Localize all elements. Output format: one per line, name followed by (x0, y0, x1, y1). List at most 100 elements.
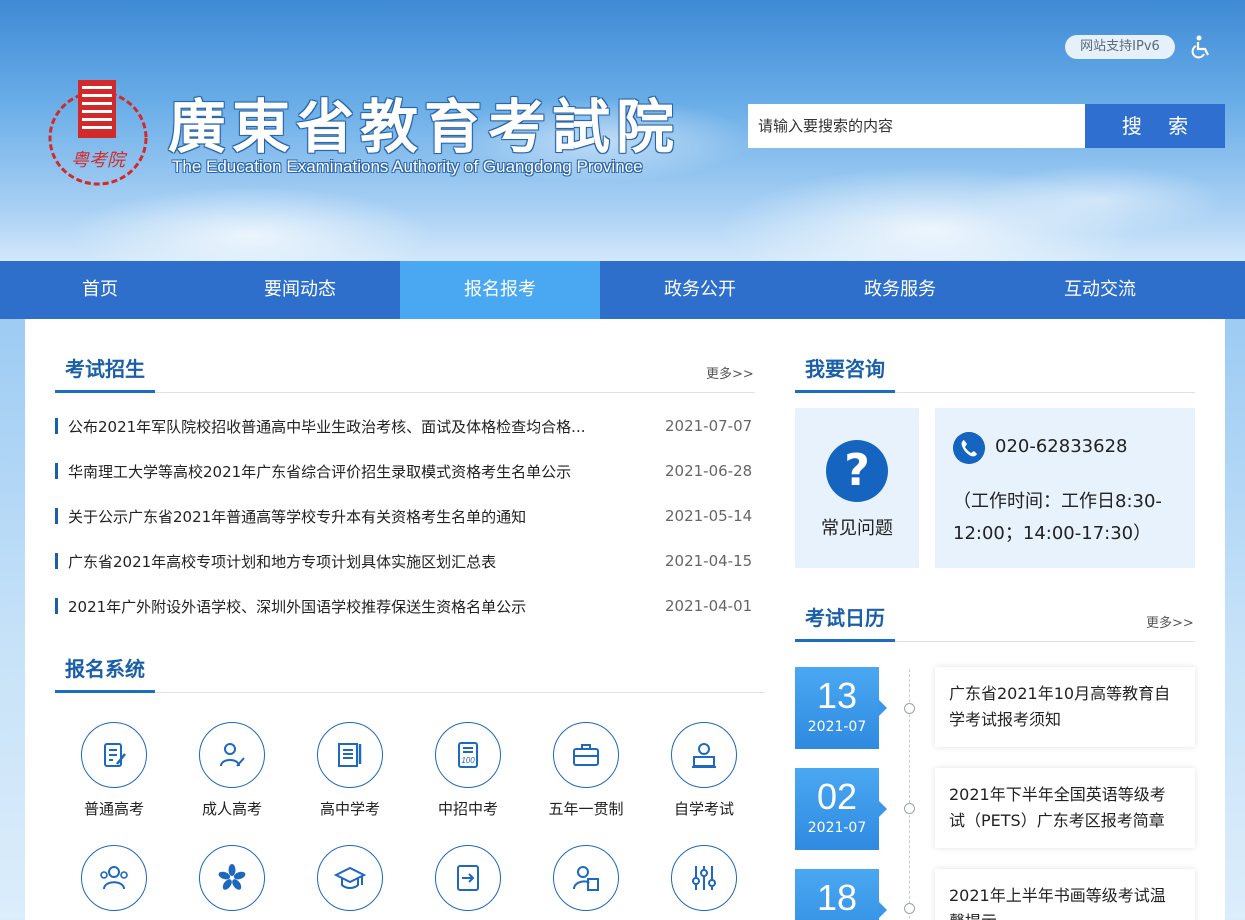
emblem-logo[interactable]: 粤考院 (46, 74, 150, 188)
consult-title[interactable]: 我要咨询 (805, 353, 885, 382)
person-laptop-icon (671, 722, 737, 788)
calendar-event-card[interactable]: 2021年下半年全国英语等级考试（PETS）广东考区报考简章 (935, 768, 1195, 848)
working-hours: （工作时间：工作日8:30-12:00；14:00-17:30） (953, 491, 1162, 544)
bullet-mark (55, 418, 58, 434)
system-self-study[interactable]: 自学考试 (654, 722, 754, 819)
system-item-row2[interactable] (654, 845, 754, 911)
svg-text:100: 100 (461, 756, 475, 765)
calendar-date-badge: 02 2021-07 (795, 768, 887, 850)
system-zhongkao[interactable]: 100 中招中考 (418, 722, 518, 819)
system-item-row2[interactable] (536, 845, 636, 911)
calendar-day: 18 (816, 877, 858, 918)
news-title[interactable]: 公布2021年军队院校招收普通高中毕业生政治考核、面试及体格检查均合格... (68, 416, 628, 437)
system-item-row2[interactable] (300, 845, 400, 911)
nav-item-registration[interactable]: 报名报考 (400, 261, 600, 319)
sliders-icon (671, 845, 737, 911)
person-card-icon (553, 845, 619, 911)
system-item-row2[interactable] (418, 845, 518, 911)
briefcase-icon (553, 722, 619, 788)
nav-item-interaction[interactable]: 互动交流 (1000, 261, 1200, 319)
calendar-month: 2021-07 (807, 719, 867, 735)
search-button[interactable]: 搜 索 (1085, 104, 1225, 148)
exam-recruit-more-link[interactable]: 更多>> (706, 363, 754, 382)
nav-item-government-affairs[interactable]: 政务公开 (600, 261, 800, 319)
system-item-row2[interactable] (182, 845, 282, 911)
news-title[interactable]: 2021年广外附设外语学校、深圳外国语学校推荐保送生资格名单公示 (68, 596, 628, 617)
system-item-row2[interactable] (64, 845, 164, 911)
calendar-title[interactable]: 考试日历 (805, 602, 885, 631)
system-gaokao[interactable]: 普通高考 (64, 722, 164, 819)
phone-number: 020-62833628 (995, 436, 1128, 457)
book-pen-icon (317, 722, 383, 788)
phone-card: 020-62833628 （工作时间：工作日8:30-12:00；14:00-1… (935, 408, 1195, 568)
section-underline (795, 639, 895, 642)
news-date: 2021-07-07 (665, 417, 753, 435)
calendar-event-card[interactable]: 2021年上半年书画等级考试温馨提示 (935, 869, 1195, 920)
timeline-dot (904, 803, 915, 814)
exam-recruit-title[interactable]: 考试招生 (65, 353, 145, 382)
phone-icon (953, 432, 985, 464)
calendar-event-text[interactable]: 2021年上半年书画等级考试温馨提示 (949, 883, 1181, 920)
ipv6-badge: 网站支持IPv6 (1065, 35, 1175, 59)
site-header: 粤考院 廣東省教育考試院 The Education Examinations … (0, 0, 1245, 261)
calendar-date-badge: 13 2021-07 (795, 667, 887, 749)
calendar-more-link[interactable]: 更多>> (1146, 612, 1194, 631)
calendar-date-badge: 18 (795, 869, 887, 920)
section-underline (55, 390, 155, 393)
calendar-event-card[interactable]: 广东省2021年10月高等教育自学考试报考须知 (935, 667, 1195, 747)
system-label: 五年一贯制 (548, 800, 624, 818)
bullet-mark (55, 508, 58, 524)
news-item[interactable]: 广东省2021年高校专项计划和地方专项计划具体实施区划汇总表 2021-04-1… (55, 551, 755, 571)
site-title-en: The Education Examinations Authority of … (172, 157, 643, 176)
section-divider (55, 692, 765, 693)
calendar-event-text[interactable]: 2021年下半年全国英语等级考试（PETS）广东考区报考简章 (949, 782, 1181, 834)
system-label: 普通高考 (83, 800, 144, 818)
calendar-day: 13 (816, 675, 858, 716)
search-input[interactable] (748, 104, 1086, 148)
site-title-cn[interactable]: 廣東省教育考試院 (168, 80, 680, 164)
news-item[interactable]: 公布2021年军队院校招收普通高中毕业生政治考核、面试及体格检查均合格... 2… (55, 416, 755, 436)
question-icon: ? (826, 440, 888, 502)
nav-item-home[interactable]: 首页 (0, 261, 200, 319)
system-label: 自学考试 (673, 800, 734, 818)
content-panel: 考试招生 更多>> 公布2021年军队院校招收普通高中毕业生政治考核、面试及体格… (25, 319, 1225, 920)
calendar-event-text[interactable]: 广东省2021年10月高等教育自学考试报考须知 (949, 681, 1181, 733)
section-underline (795, 390, 895, 393)
nav-item-government-services[interactable]: 政务服务 (800, 261, 1000, 319)
news-title[interactable]: 关于公示广东省2021年普通高等学校专升本有关资格考生名单的通知 (68, 506, 628, 527)
hk-flower-icon (199, 845, 265, 911)
calendar-month: 2021-07 (807, 820, 867, 836)
section-divider (55, 392, 755, 393)
system-high-school-test[interactable]: 高中学考 (300, 722, 400, 819)
system-adult-exam[interactable]: 成人高考 (182, 722, 282, 819)
wheelchair-icon[interactable] (1188, 34, 1214, 60)
bullet-mark (55, 598, 58, 614)
bullet-mark (55, 463, 58, 479)
svg-text:粤考院: 粤考院 (71, 150, 128, 171)
faq-label: 常见问题 (821, 518, 893, 539)
news-title[interactable]: 华南理工大学等高校2021年广东省综合评价招生录取模式资格考生名单公示 (68, 461, 628, 482)
timeline-dot (904, 703, 915, 714)
nav-item-news[interactable]: 要闻动态 (200, 261, 400, 319)
calendar-day: 02 (816, 776, 858, 817)
news-date: 2021-04-15 (665, 552, 753, 570)
news-date: 2021-06-28 (665, 462, 753, 480)
news-title[interactable]: 广东省2021年高校专项计划和地方专项计划具体实施区划汇总表 (68, 551, 628, 572)
person-edit-icon (199, 722, 265, 788)
system-five-year[interactable]: 五年一贯制 (536, 722, 636, 819)
news-item[interactable]: 关于公示广东省2021年普通高等学校专升本有关资格考生名单的通知 2021-05… (55, 506, 755, 526)
document-edit-icon (81, 722, 147, 788)
news-item[interactable]: 2021年广外附设外语学校、深圳外国语学校推荐保送生资格名单公示 2021-04… (55, 596, 755, 616)
faq-card[interactable]: ? 常见问题 (795, 408, 919, 568)
system-label: 成人高考 (201, 800, 262, 818)
bullet-mark (55, 553, 58, 569)
system-label: 高中学考 (319, 800, 380, 818)
news-item[interactable]: 华南理工大学等高校2021年广东省综合评价招生录取模式资格考生名单公示 2021… (55, 461, 755, 481)
score-sheet-icon: 100 (435, 722, 501, 788)
registration-title[interactable]: 报名系统 (65, 653, 145, 682)
section-underline (55, 690, 155, 693)
people-icon (81, 845, 147, 911)
timeline-dot (904, 903, 915, 914)
main-nav: 首页 要闻动态 报名报考 政务公开 政务服务 互动交流 (0, 261, 1245, 319)
graduation-cap-icon (317, 845, 383, 911)
